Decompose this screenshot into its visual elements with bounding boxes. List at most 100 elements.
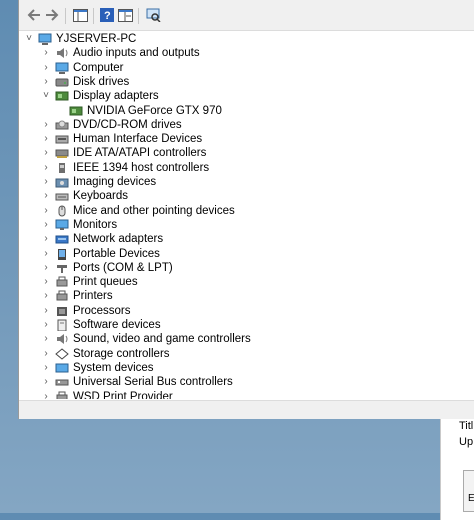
chevron-right-icon[interactable]: › — [41, 347, 51, 361]
background-window-title: Titl — [459, 420, 474, 432]
tree-item-label: Mice and other pointing devices — [73, 204, 235, 217]
tree-item-imaging-devices[interactable]: › Imaging devices — [19, 175, 474, 189]
svg-text:?: ? — [104, 10, 111, 22]
chevron-right-icon[interactable]: › — [41, 289, 51, 303]
chevron-right-icon[interactable]: › — [41, 161, 51, 175]
tree-item-storage-controllers[interactable]: › Storage controllers — [19, 347, 474, 361]
chevron-right-icon[interactable]: › — [41, 75, 51, 89]
tree-item-network-adapters[interactable]: › Network adapters — [19, 232, 474, 246]
tree-item-label: NVIDIA GeForce GTX 970 — [87, 104, 222, 117]
chevron-right-icon[interactable]: › — [41, 332, 51, 346]
chevron-right-icon[interactable]: › — [41, 175, 51, 189]
ide-icon — [55, 149, 69, 159]
tree-item-human-interface-devices[interactable]: › Human Interface Devices — [19, 132, 474, 146]
tree-item-label: Network adapters — [73, 233, 164, 246]
tree-item-display-adapters[interactable]: ˅ Display adapters — [19, 89, 474, 103]
tree-item-root[interactable]: ˅ YJSERVER-PC — [19, 32, 474, 46]
tree-item-label: Print queues — [73, 276, 138, 289]
tree-item-label: Disk drives — [73, 75, 130, 88]
tree-item-label: Ports (COM & LPT) — [73, 261, 173, 274]
tree-item-label: System devices — [73, 361, 154, 374]
tree-item-ports-com-lpt[interactable]: › Ports (COM & LPT) — [19, 261, 474, 275]
chevron-right-icon[interactable]: › — [41, 132, 51, 146]
tree-item-disk-drives[interactable]: › Disk drives — [19, 75, 474, 89]
tree-item-dvd-cd-rom-drives[interactable]: › DVD/CD-ROM drives — [19, 118, 474, 132]
imaging-icon — [55, 178, 69, 188]
chevron-right-icon[interactable]: › — [41, 361, 51, 375]
processor-icon — [57, 306, 67, 316]
status-bar — [19, 400, 474, 419]
forward-arrow-icon[interactable] — [43, 6, 61, 24]
chevron-down-icon[interactable]: ˅ — [24, 32, 34, 46]
tree-item-label: Printers — [73, 290, 113, 303]
device-tree: ˅ YJSERVER-PC › Audio inputs and outputs › Co… — [19, 31, 474, 399]
show-hide-console-tree-icon[interactable] — [71, 6, 89, 24]
toolbar-separator — [138, 8, 139, 24]
chevron-right-icon[interactable]: › — [41, 261, 51, 275]
tree-item-keyboards[interactable]: › Keyboards — [19, 189, 474, 203]
properties-icon[interactable] — [116, 6, 134, 24]
hid-icon — [55, 135, 69, 144]
tree-item-label: IDE ATA/ATAPI controllers — [73, 147, 207, 160]
computer-icon — [38, 33, 52, 45]
tree-item-label: Computer — [73, 61, 124, 74]
tree-item-print-queues[interactable]: › Print queues — [19, 275, 474, 289]
chevron-right-icon[interactable]: › — [41, 390, 51, 400]
chevron-right-icon[interactable]: › — [41, 275, 51, 289]
mouse-icon — [58, 205, 66, 217]
tree-item-universal-serial-bus-controllers[interactable]: › Universal Serial Bus controllers — [19, 375, 474, 389]
audio-icon — [57, 48, 68, 59]
tree-item-printers[interactable]: › Printers — [19, 289, 474, 303]
tree-item-nvidia-geforce-gtx-970[interactable]: NVIDIA GeForce GTX 970 — [19, 104, 474, 118]
chevron-right-icon[interactable]: › — [41, 318, 51, 332]
tree-item-mice-and-other-pointing-devices[interactable]: › Mice and other pointing devices — [19, 204, 474, 218]
keyboard-icon — [55, 193, 69, 201]
toolbar-separator — [93, 8, 94, 24]
chevron-right-icon[interactable]: › — [41, 61, 51, 75]
print-queue-icon — [56, 276, 68, 287]
tree-item-monitors[interactable]: › Monitors — [19, 218, 474, 232]
tree-item-label: Display adapters — [73, 90, 159, 103]
tree-item-label: YJSERVER-PC — [56, 33, 137, 45]
chevron-right-icon[interactable]: › — [41, 204, 51, 218]
tree-item-label: IEEE 1394 host controllers — [73, 161, 210, 174]
tree-item-label: Monitors — [73, 218, 118, 231]
chevron-right-icon[interactable]: › — [41, 189, 51, 203]
dvd-icon — [55, 120, 69, 130]
tree-item-computer[interactable]: › Computer — [19, 61, 474, 75]
storage-icon — [55, 347, 69, 360]
tree-item-label: DVD/CD-ROM drives — [73, 118, 182, 131]
scan-hardware-icon[interactable] — [144, 6, 162, 24]
tree-item-ide-ata-atapi-controllers[interactable]: › IDE ATA/ATAPI controllers — [19, 146, 474, 160]
chevron-right-icon[interactable]: › — [41, 247, 51, 261]
tree-item-label: Software devices — [73, 319, 161, 331]
tree-item-wsd-print-provider[interactable]: › WSD Print Provider — [19, 390, 474, 400]
chevron-right-icon[interactable]: › — [41, 46, 51, 60]
background-window-control: E — [463, 470, 474, 512]
chevron-down-icon[interactable]: ˅ — [41, 89, 51, 103]
chevron-right-icon[interactable]: › — [41, 218, 51, 232]
software-device-icon — [57, 319, 67, 331]
tree-item-label: Keyboards — [73, 190, 128, 203]
tree-item-software-devices[interactable]: › Software devices — [19, 318, 474, 332]
tree-item-processors[interactable]: › Processors — [19, 304, 474, 318]
tree-item-label: Imaging devices — [73, 176, 157, 188]
tree-item-label: WSD Print Provider — [73, 390, 173, 400]
tree-item-label: Human Interface Devices — [73, 133, 203, 146]
chevron-right-icon[interactable]: › — [41, 232, 51, 246]
tree-item-system-devices[interactable]: › System devices — [19, 361, 474, 375]
chevron-right-icon[interactable]: › — [41, 118, 51, 132]
toolbar-separator — [65, 8, 66, 24]
wsd-icon — [56, 391, 68, 399]
tree-item-sound-video-and-game-controllers[interactable]: › Sound, video and game controllers — [19, 332, 474, 346]
tree-item-label: Sound, video and game controllers — [73, 333, 251, 346]
tree-item-audio-inputs-and-outputs[interactable]: › Audio inputs and outputs — [19, 46, 474, 60]
help-icon[interactable]: ? — [98, 6, 116, 24]
device-manager-window: ? ˅ YJSERVER-PC › Audio inputs and outputs ›… — [18, 0, 474, 419]
tree-item-portable-devices[interactable]: › Portable Devices — [19, 247, 474, 261]
chevron-right-icon[interactable]: › — [41, 375, 51, 389]
chevron-right-icon[interactable]: › — [41, 146, 51, 160]
tree-item-ieee-1394-host-controllers[interactable]: › IEEE 1394 host controllers — [19, 161, 474, 175]
back-arrow-icon[interactable] — [25, 6, 43, 24]
chevron-right-icon[interactable]: › — [41, 304, 51, 318]
